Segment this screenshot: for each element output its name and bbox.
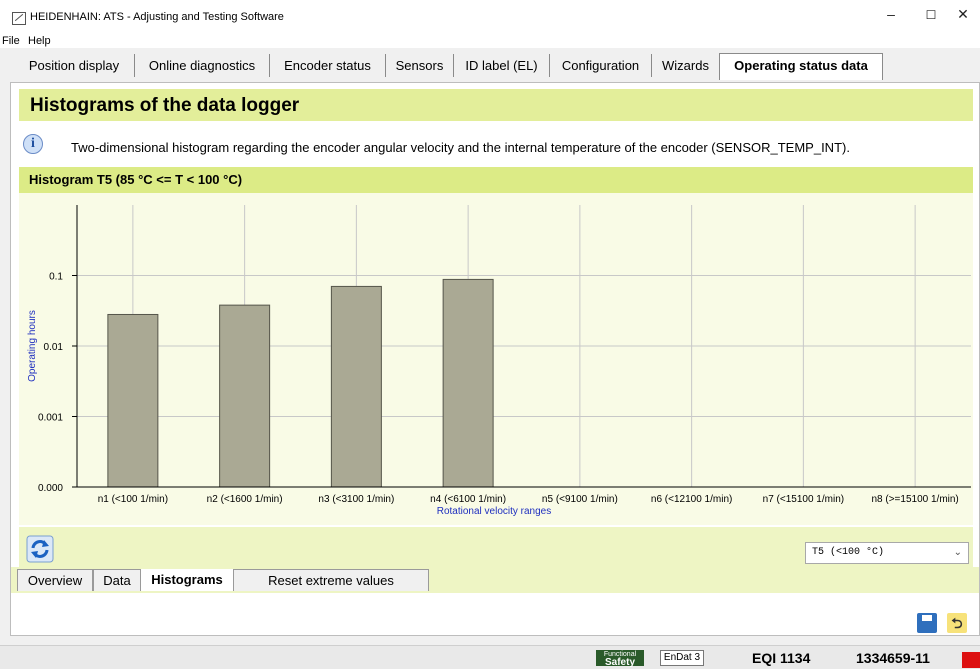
x-tick-label: n2 (<1600 1/min) bbox=[207, 494, 283, 505]
panel-title: Histograms of the data logger bbox=[30, 95, 300, 116]
encoder-serial: 1334659-11 bbox=[856, 650, 930, 666]
menu-help[interactable]: Help bbox=[28, 35, 51, 47]
refresh-icon[interactable] bbox=[26, 535, 54, 563]
y-tick-label: 0.1 bbox=[49, 272, 63, 283]
x-tick-label: n6 (<12100 1/min) bbox=[651, 494, 732, 505]
tab-operating-status-data[interactable]: Operating status data bbox=[719, 53, 883, 80]
info-icon: i bbox=[23, 134, 43, 154]
tab-configuration[interactable]: Configuration bbox=[550, 54, 652, 77]
chart-toolbar: T5 (<100 °C) ⌄ bbox=[19, 527, 973, 567]
x-tick-label: n8 (>=15100 1/min) bbox=[871, 494, 958, 505]
window-title: HEIDENHAIN: ATS - Adjusting and Testing … bbox=[30, 11, 284, 23]
x-tick-label: n4 (<6100 1/min) bbox=[430, 494, 506, 505]
x-tick-label: n1 (<100 1/min) bbox=[98, 494, 168, 505]
main-tabs: Position display Online diagnostics Enco… bbox=[0, 50, 980, 81]
app-icon bbox=[12, 12, 26, 25]
functional-safety-badge: Functional Safety bbox=[596, 650, 644, 668]
tab-encoder-status[interactable]: Encoder status bbox=[270, 54, 386, 77]
badge-bottom-text: Safety bbox=[604, 657, 635, 668]
tab-wizards[interactable]: Wizards bbox=[652, 54, 719, 77]
minimize-button[interactable]: – bbox=[876, 6, 906, 22]
x-tick-label: n7 (<15100 1/min) bbox=[763, 494, 844, 505]
maximize-button[interactable]: ☐ bbox=[916, 8, 946, 22]
tab-position-display[interactable]: Position display bbox=[14, 54, 135, 77]
subtab-overview[interactable]: Overview bbox=[17, 569, 93, 591]
tab-id-label[interactable]: ID label (EL) bbox=[454, 54, 550, 77]
subtab-data[interactable]: Data bbox=[93, 569, 141, 591]
chevron-down-icon: ⌄ bbox=[953, 547, 962, 558]
y-tick-label: 0.000 bbox=[38, 483, 63, 494]
panel-header: Histograms of the data logger bbox=[19, 89, 973, 121]
tab-online-diagnostics[interactable]: Online diagnostics bbox=[135, 54, 270, 77]
histograms-panel: Histograms of the data logger i Two-dime… bbox=[10, 82, 980, 636]
endat-badge: EnDat 3 bbox=[660, 650, 704, 666]
x-tick-label: n3 (<3100 1/min) bbox=[318, 494, 394, 505]
reset-extreme-values-button[interactable]: Reset extreme values bbox=[233, 569, 429, 591]
status-indicator bbox=[962, 652, 980, 668]
histogram-bar bbox=[107, 313, 159, 488]
y-tick-label: 0.001 bbox=[38, 413, 63, 424]
histogram-bar bbox=[442, 278, 494, 488]
y-axis-label: Operating hours bbox=[27, 310, 38, 382]
y-tick-label: 0.01 bbox=[44, 342, 64, 353]
x-axis-label: Rotational velocity ranges bbox=[437, 506, 552, 517]
histogram-title: Histogram T5 (85 °C <= T < 100 °C) bbox=[29, 172, 243, 187]
status-bar: Functional Safety EnDat 3 EQI 1134 13346… bbox=[0, 645, 980, 669]
action-bar: ⮌ bbox=[11, 595, 979, 635]
histogram-bar bbox=[330, 285, 382, 488]
x-tick-label: n5 (<9100 1/min) bbox=[542, 494, 618, 505]
save-icon[interactable] bbox=[917, 613, 937, 633]
temperature-range-select[interactable]: T5 (<100 °C) ⌄ bbox=[805, 542, 969, 564]
menu-file[interactable]: File bbox=[2, 35, 20, 47]
subtab-histograms[interactable]: Histograms bbox=[141, 569, 233, 591]
histogram-chart: 0.000 0.001 0.01 0.1 n1 (<100 1/min) n2 (<160… bbox=[27, 205, 971, 517]
close-button[interactable]: ✕ bbox=[948, 6, 978, 23]
info-text: Two-dimensional histogram regarding the … bbox=[71, 140, 850, 155]
histogram-chart-area: 0.000 0.001 0.01 0.1 n1 (<100 1/min) n2 (<160… bbox=[19, 193, 973, 525]
histogram-header: Histogram T5 (85 °C <= T < 100 °C) bbox=[19, 167, 973, 193]
title-bar: HEIDENHAIN: ATS - Adjusting and Testing … bbox=[0, 0, 980, 34]
encoder-model: EQI 1134 bbox=[752, 650, 811, 666]
histogram-bar bbox=[219, 304, 271, 488]
tab-sensors[interactable]: Sensors bbox=[386, 54, 454, 77]
temperature-range-value: T5 (<100 °C) bbox=[812, 547, 885, 558]
back-icon[interactable]: ⮌ bbox=[947, 613, 967, 633]
menu-bar: File Help bbox=[0, 34, 980, 48]
sub-tabs: Overview Data Histograms Reset extreme v… bbox=[11, 567, 979, 593]
